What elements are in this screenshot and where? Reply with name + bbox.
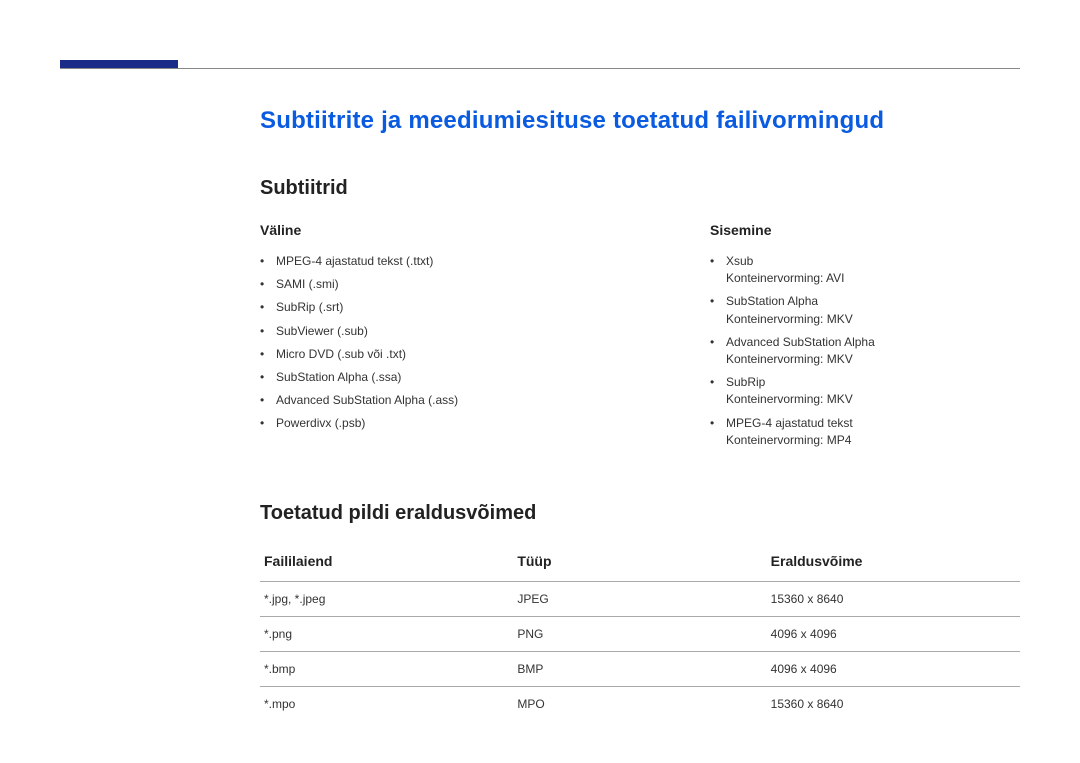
item-container: Konteinervorming: MKV: [726, 310, 1020, 329]
list-item: Advanced SubStation Alpha Konteinervormi…: [710, 333, 1020, 369]
item-name: SubRip: [726, 375, 765, 389]
cell-type: PNG: [513, 616, 766, 651]
list-item: MPEG-4 ajastatud tekst Konteinervorming:…: [710, 414, 1020, 450]
list-item: Advanced SubStation Alpha (.ass): [260, 391, 570, 410]
decorative-rule-thin: [60, 68, 1020, 69]
cell-ext: *.mpo: [260, 686, 513, 721]
item-name: Xsub: [726, 254, 753, 268]
cell-res: 4096 x 4096: [767, 651, 1020, 686]
item-name: Advanced SubStation Alpha: [726, 335, 875, 349]
list-item: SubRip (.srt): [260, 298, 570, 317]
table-header-type: Tüüp: [513, 547, 766, 582]
item-container: Konteinervorming: AVI: [726, 269, 1020, 288]
decorative-rule-thick: [60, 60, 178, 68]
list-item: SubViewer (.sub): [260, 322, 570, 341]
list-item: SubStation Alpha (.ssa): [260, 368, 570, 387]
item-container: Konteinervorming: MKV: [726, 350, 1020, 369]
internal-heading: Sisemine: [710, 222, 1020, 238]
cell-type: MPO: [513, 686, 766, 721]
table-row: *.jpg, *.jpeg JPEG 15360 x 8640: [260, 581, 1020, 616]
section-heading-subtitles: Subtiitrid: [260, 177, 1020, 200]
external-heading: Väline: [260, 222, 570, 238]
item-container: Konteinervorming: MKV: [726, 390, 1020, 409]
cell-type: BMP: [513, 651, 766, 686]
item-name: MPEG-4 ajastatud tekst: [726, 416, 853, 430]
external-list: MPEG-4 ajastatud tekst (.ttxt) SAMI (.sm…: [260, 252, 570, 434]
table-row: *.png PNG 4096 x 4096: [260, 616, 1020, 651]
internal-subtitles-column: Sisemine Xsub Konteinervorming: AVI SubS…: [710, 222, 1020, 454]
cell-res: 4096 x 4096: [767, 616, 1020, 651]
resolutions-table: Faililaiend Tüüp Eraldusvõime *.jpg, *.j…: [260, 547, 1020, 721]
table-row: *.bmp BMP 4096 x 4096: [260, 651, 1020, 686]
cell-ext: *.jpg, *.jpeg: [260, 581, 513, 616]
page-content: Subtiitrite ja meediumiesituse toetatud …: [260, 107, 1020, 721]
section-heading-resolutions: Toetatud pildi eraldusvõimed: [260, 502, 1020, 525]
subtitles-columns: Väline MPEG-4 ajastatud tekst (.ttxt) SA…: [260, 222, 1020, 454]
cell-ext: *.bmp: [260, 651, 513, 686]
list-item: SAMI (.smi): [260, 275, 570, 294]
cell-type: JPEG: [513, 581, 766, 616]
cell-res: 15360 x 8640: [767, 686, 1020, 721]
item-container: Konteinervorming: MP4: [726, 431, 1020, 450]
table-header-ext: Faililaiend: [260, 547, 513, 582]
external-subtitles-column: Väline MPEG-4 ajastatud tekst (.ttxt) SA…: [260, 222, 570, 454]
table-header-res: Eraldusvõime: [767, 547, 1020, 582]
cell-ext: *.png: [260, 616, 513, 651]
list-item: MPEG-4 ajastatud tekst (.ttxt): [260, 252, 570, 271]
list-item: SubStation Alpha Konteinervorming: MKV: [710, 292, 1020, 328]
item-name: SubStation Alpha: [726, 294, 818, 308]
page-title: Subtiitrite ja meediumiesituse toetatud …: [260, 107, 1020, 135]
list-item: Micro DVD (.sub või .txt): [260, 345, 570, 364]
list-item: SubRip Konteinervorming: MKV: [710, 373, 1020, 409]
internal-list: Xsub Konteinervorming: AVI SubStation Al…: [710, 252, 1020, 450]
cell-res: 15360 x 8640: [767, 581, 1020, 616]
list-item: Xsub Konteinervorming: AVI: [710, 252, 1020, 288]
list-item: Powerdivx (.psb): [260, 414, 570, 433]
table-row: *.mpo MPO 15360 x 8640: [260, 686, 1020, 721]
